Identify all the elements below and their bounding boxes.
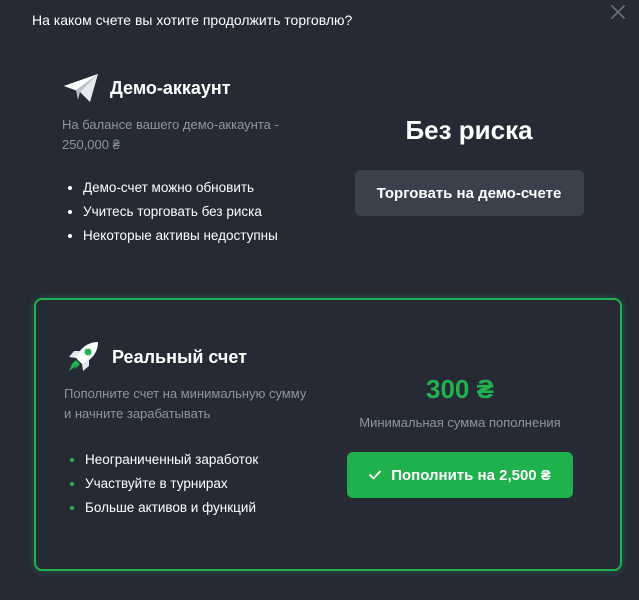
feature-text: Участвуйте в турнирах [85, 476, 228, 491]
min-deposit-label: Минимальная сумма пополнения [359, 415, 561, 430]
real-account-header: Реальный счет [64, 340, 247, 374]
feature-text: Больше активов и функций [85, 500, 256, 515]
real-account-description: Пополните счет на минимальную сумму и на… [64, 386, 307, 421]
demo-account-card: Демо-аккаунт На балансе вашего демо-акка… [34, 56, 622, 266]
rocket-icon [68, 342, 98, 371]
list-item: Неограниченный заработок [70, 448, 258, 472]
deposit-button[interactable]: Пополнить на 2,500 ₴ [347, 452, 573, 498]
bullet-dot [70, 458, 74, 462]
feature-text: Неограниченный заработок [85, 452, 259, 467]
list-item: Участвуйте в турнирах [70, 472, 258, 496]
list-item: Больше активов и функций [70, 496, 258, 520]
close-icon [611, 5, 625, 19]
demo-account-description: На балансе вашего демо-аккаунта - 250,00… [62, 117, 279, 152]
real-account-title: Реальный счет [112, 346, 247, 367]
bullet-dot [70, 482, 74, 486]
close-button[interactable] [606, 0, 630, 24]
real-action-area: 300 ₴ Минимальная сумма пополнения Попол… [336, 370, 584, 498]
real-account-card: Реальный счет Пополните счет на минималь… [34, 298, 622, 571]
modal-title: На каком счете вы хотите продолжить торг… [32, 12, 353, 28]
demo-account-title: Демо-аккаунт [110, 77, 231, 98]
demo-action-area: Без риска Торговать на демо-счете [354, 110, 584, 216]
no-risk-headline: Без риска [405, 115, 533, 145]
trade-demo-button[interactable]: Торговать на демо-счете [354, 170, 584, 216]
bullet-dot [68, 210, 72, 214]
demo-features-list: Демо-счет можно обновить Учитесь торгова… [68, 176, 278, 248]
list-item: Демо-счет можно обновить [68, 176, 278, 200]
feature-text: Учитесь торговать без риска [83, 204, 262, 219]
check-icon [369, 470, 382, 480]
feature-text: Некоторые активы недоступны [83, 228, 278, 243]
deposit-button-label: Пополнить на 2,500 ₴ [391, 466, 551, 484]
bullet-dot [68, 234, 72, 238]
feature-text: Демо-счет можно обновить [83, 180, 255, 195]
real-features-list: Неограниченный заработок Участвуйте в ту… [70, 448, 258, 520]
list-item: Учитесь торговать без риска [68, 200, 278, 224]
list-item: Некоторые активы недоступны [68, 224, 278, 248]
bullet-dot [70, 506, 74, 510]
paper-plane-icon [64, 74, 98, 102]
demo-account-header: Демо-аккаунт [62, 72, 231, 104]
bullet-dot [68, 186, 72, 190]
min-deposit-amount: 300 ₴ [426, 374, 494, 404]
